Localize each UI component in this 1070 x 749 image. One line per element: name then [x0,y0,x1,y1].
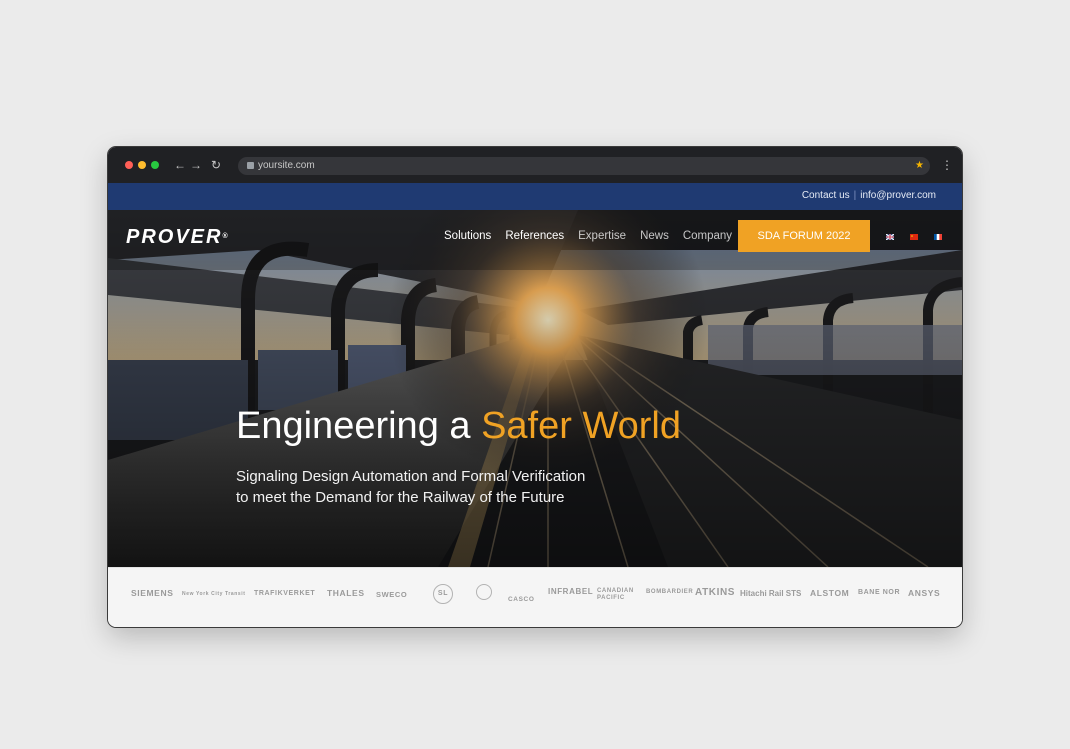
contact-bar: Contact us | info@prover.com [108,183,962,210]
prover-logo[interactable]: PROVER® [126,226,230,248]
client-logo-canadian-pacific: CANADIAN PACIFIC [597,588,634,601]
client-logo-nyct: New York City Transit [182,591,246,597]
client-logo-ansys: ANSYS [908,588,941,598]
hero-subtitle-line-2: to meet the Demand for the Railway of th… [236,489,565,506]
client-logo-infrabel: INFRABEL [548,587,594,596]
nav-company[interactable]: Company [683,229,732,243]
browser-menu-icon[interactable]: ⋮ [941,157,953,173]
client-logo-atkins: ATKINS [695,587,736,598]
client-logo-sweco: SWECO [376,590,408,599]
client-logos-strip: SIEMENS New York City Transit TRAFIKVERK… [108,567,962,627]
client-logo-casco: CASCO [508,596,535,603]
contact-info: Contact us | info@prover.com [801,190,936,201]
client-logo-emblem [476,584,492,600]
uk-flag-icon[interactable] [886,234,894,240]
china-flag-icon[interactable] [910,234,918,240]
client-logo-bane-nor: BANE NOR [858,589,901,596]
email-link[interactable]: info@prover.com [860,190,936,201]
client-logo-alstom: ALSTOM [810,588,850,598]
back-arrow-icon[interactable]: ← [174,157,186,173]
nav-solutions[interactable]: Solutions [444,229,491,243]
client-logo-siemens: SIEMENS [131,588,174,598]
client-logo-trafikverket: TRAFIKVERKET [254,590,316,597]
url-text[interactable]: yoursite.com [258,159,315,173]
client-logo-sl: SL [433,584,453,604]
client-logo-thales: THALES [327,588,365,598]
nav-news[interactable]: News [640,229,669,243]
close-window-button[interactable] [125,161,133,169]
address-bar[interactable]: yoursite.com ★ [238,157,930,175]
minimize-window-button[interactable] [138,161,146,169]
train-station-photo [108,210,962,567]
nav-expertise[interactable]: Expertise [578,229,626,243]
reload-icon[interactable]: ↻ [211,157,221,173]
language-switcher [886,234,942,240]
hero-headline: Engineering a Safer World [236,404,681,448]
browser-window: ← → ↻ yoursite.com ★ ⋮ Contact us | info@p… [108,147,962,627]
bookmark-star-icon[interactable]: ★ [915,158,924,174]
hero-headline-plain: Engineering a [236,405,482,447]
client-logo-hitachi: Hitachi Rail STS [740,589,802,598]
sda-forum-button[interactable]: SDA FORUM 2022 [738,220,870,252]
nav-references[interactable]: References [505,229,564,243]
forward-arrow-icon[interactable]: → [190,157,202,173]
contact-us-link[interactable]: Contact us [802,190,850,201]
hero-section: PROVER® Solutions References Expertise N… [108,210,962,567]
hero-subtitle: Signaling Design Automation and Formal V… [236,466,656,508]
browser-chrome: ← → ↻ yoursite.com ★ ⋮ [108,147,962,183]
maximize-window-button[interactable] [151,161,159,169]
france-flag-icon[interactable] [934,234,942,240]
lock-icon [247,162,254,169]
hero-headline-accent: Safer World [481,405,682,447]
main-navigation: Solutions References Expertise News Comp… [444,229,732,243]
hero-subtitle-line-1: Signaling Design Automation and Formal V… [236,468,586,485]
client-logo-bombardier: BOMBARDIER [646,589,694,595]
